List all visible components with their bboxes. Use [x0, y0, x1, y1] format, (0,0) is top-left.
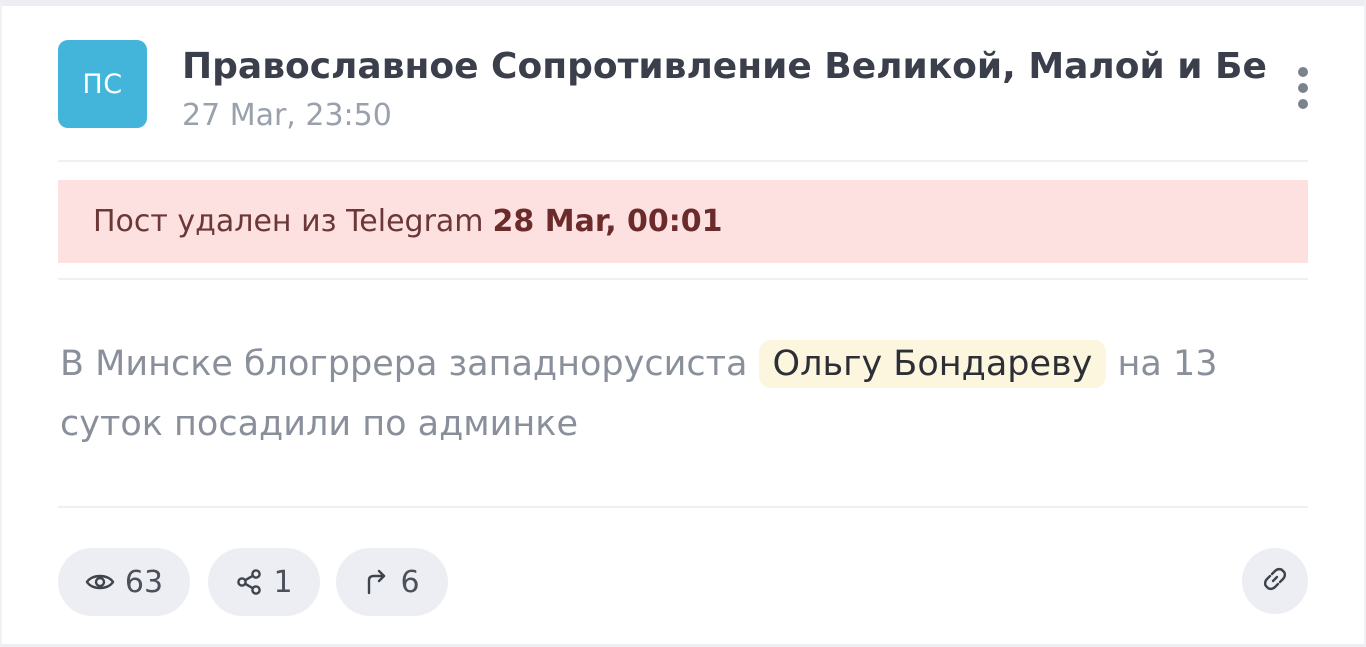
copy-link-button[interactable]: [1242, 548, 1308, 614]
post-card: ПС Православное Сопротивление Великой, М…: [0, 0, 1366, 647]
shares-count: 1: [273, 564, 293, 600]
link-icon: [1260, 564, 1290, 598]
channel-avatar[interactable]: ПС: [58, 40, 147, 128]
highlighted-entity[interactable]: Ольгу Бондареву: [758, 340, 1107, 388]
forward-arrow-icon: [364, 568, 390, 596]
header-divider: [58, 160, 1308, 162]
deleted-alert-text: Пост удален из Telegram: [93, 204, 484, 239]
alert-divider: [58, 278, 1308, 280]
channel-title[interactable]: Православное Сопротивление Великой, Мало…: [182, 44, 1266, 90]
eye-icon: [85, 571, 115, 593]
share-icon: [235, 568, 263, 596]
kebab-dot: [1298, 67, 1308, 77]
shares-stat[interactable]: 1: [208, 548, 320, 616]
post-text-before: В Минске блогррера западнорусиста: [60, 344, 759, 384]
deleted-alert: Пост удален из Telegram 28 Mar, 00:01: [58, 180, 1308, 263]
kebab-dot: [1298, 99, 1308, 109]
forwards-stat[interactable]: 6: [336, 548, 448, 616]
post-text: В Минске блогррера западнорусиста Ольгу …: [60, 334, 1260, 454]
kebab-menu-icon[interactable]: [1286, 58, 1320, 118]
avatar-initials: ПС: [82, 68, 123, 100]
views-stat[interactable]: 63: [58, 548, 190, 616]
forwards-count: 6: [400, 564, 420, 600]
post-date: 27 Mar, 23:50: [182, 98, 392, 133]
views-count: 63: [124, 564, 164, 600]
footer-divider: [58, 506, 1308, 508]
kebab-dot: [1298, 83, 1308, 93]
deleted-alert-date: 28 Mar, 00:01: [492, 204, 723, 239]
